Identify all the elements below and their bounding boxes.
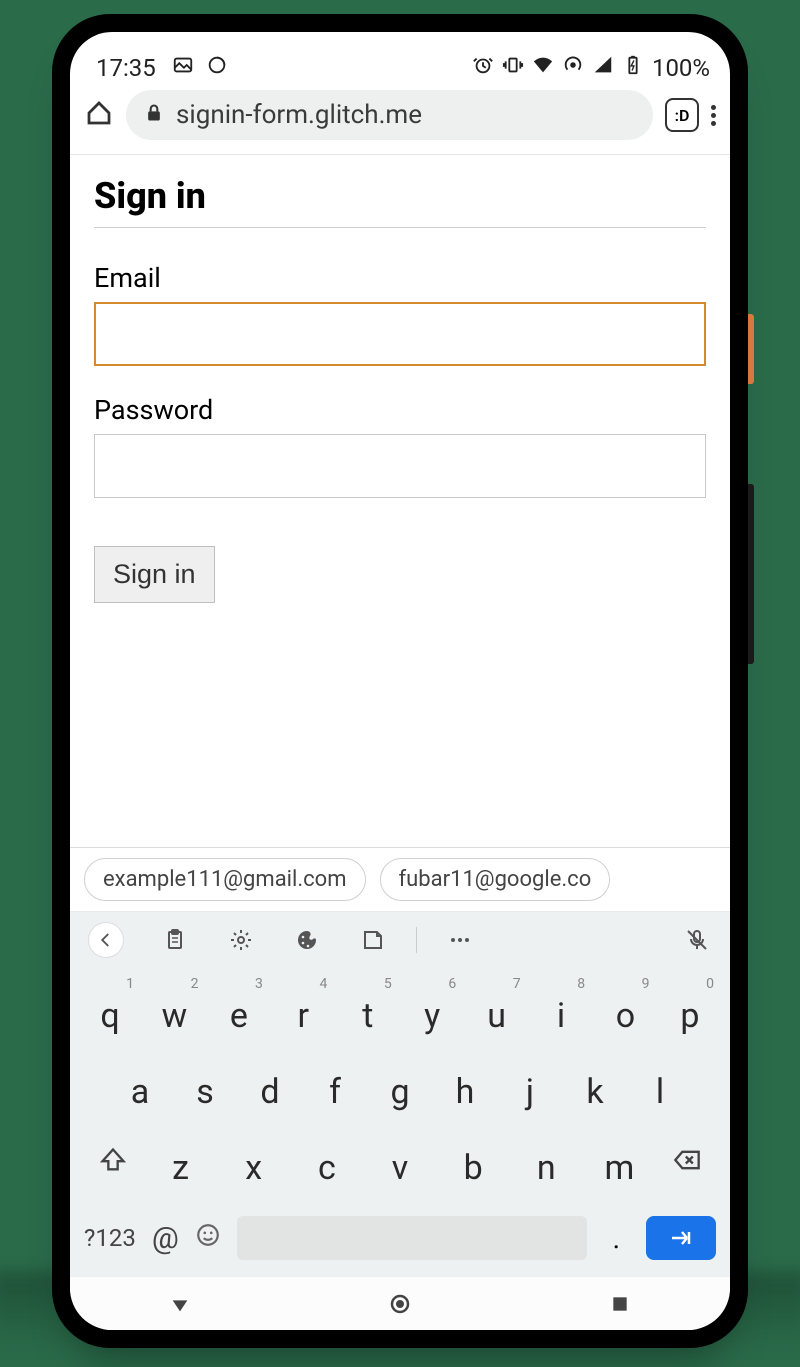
nav-recents-icon[interactable] bbox=[606, 1290, 634, 1318]
key-w[interactable]: 2w bbox=[146, 980, 202, 1036]
key-z[interactable]: z bbox=[153, 1132, 209, 1188]
url-bar[interactable]: signin-form.glitch.me bbox=[126, 90, 653, 140]
key-c[interactable]: c bbox=[299, 1132, 355, 1188]
sign-in-button[interactable]: Sign in bbox=[94, 546, 215, 603]
key-f[interactable]: f bbox=[307, 1056, 363, 1112]
image-icon bbox=[172, 54, 194, 82]
hotspot-icon bbox=[562, 54, 584, 82]
url-text: signin-form.glitch.me bbox=[176, 100, 422, 130]
spacebar-key[interactable] bbox=[237, 1216, 587, 1260]
shift-key[interactable] bbox=[82, 1134, 144, 1186]
enter-key[interactable] bbox=[646, 1216, 716, 1260]
key-u[interactable]: 7u bbox=[469, 980, 525, 1036]
key-t[interactable]: 5t bbox=[340, 980, 396, 1036]
key-i[interactable]: 8i bbox=[533, 980, 589, 1036]
at-key[interactable]: @ bbox=[152, 1221, 179, 1256]
symbols-key[interactable]: ?123 bbox=[84, 1224, 136, 1252]
keyboard-toolbar bbox=[70, 912, 730, 968]
cell-signal-icon bbox=[592, 54, 614, 82]
period-key[interactable]: . bbox=[603, 1222, 630, 1255]
clipboard-icon[interactable] bbox=[160, 925, 190, 955]
tabs-button[interactable]: :D bbox=[665, 98, 699, 132]
vibrate-icon bbox=[502, 54, 524, 82]
wifi-icon bbox=[532, 54, 554, 82]
key-q[interactable]: 1q bbox=[82, 980, 138, 1036]
key-h[interactable]: h bbox=[437, 1056, 493, 1112]
key-e[interactable]: 3e bbox=[211, 980, 267, 1036]
key-s[interactable]: s bbox=[177, 1056, 233, 1112]
lock-icon bbox=[144, 100, 164, 130]
status-bar: 17:35 100% bbox=[70, 32, 730, 80]
gear-icon[interactable] bbox=[226, 925, 256, 955]
email-label: Email bbox=[94, 262, 706, 294]
menu-button[interactable] bbox=[711, 105, 716, 126]
home-icon[interactable] bbox=[84, 98, 114, 132]
suggestion-chip[interactable]: example111@gmail.com bbox=[84, 858, 366, 901]
alarm-icon bbox=[472, 54, 494, 82]
key-r[interactable]: 4r bbox=[275, 980, 331, 1036]
kbd-back-button[interactable] bbox=[88, 922, 124, 958]
mic-off-icon[interactable] bbox=[682, 925, 712, 955]
keyboard: example111@gmail.com fubar11@google.co 1… bbox=[70, 847, 730, 1276]
key-l[interactable]: l bbox=[632, 1056, 688, 1112]
android-nav-bar bbox=[70, 1276, 730, 1330]
key-j[interactable]: j bbox=[502, 1056, 558, 1112]
key-b[interactable]: b bbox=[445, 1132, 501, 1188]
key-a[interactable]: a bbox=[112, 1056, 168, 1112]
battery-percent: 100% bbox=[652, 54, 710, 82]
nav-home-icon[interactable] bbox=[386, 1290, 414, 1318]
page-content: Sign in Email Password Sign in bbox=[70, 155, 730, 623]
key-p[interactable]: 0p bbox=[662, 980, 718, 1036]
key-m[interactable]: m bbox=[591, 1132, 647, 1188]
browser-toolbar: signin-form.glitch.me :D bbox=[70, 80, 730, 155]
password-label: Password bbox=[94, 394, 706, 426]
key-o[interactable]: 9o bbox=[598, 980, 654, 1036]
emoji-key[interactable] bbox=[195, 1222, 221, 1255]
key-g[interactable]: g bbox=[372, 1056, 428, 1112]
key-v[interactable]: v bbox=[372, 1132, 428, 1188]
key-y[interactable]: 6y bbox=[404, 980, 460, 1036]
backspace-key[interactable] bbox=[656, 1134, 718, 1186]
status-time: 17:35 bbox=[96, 54, 156, 82]
password-field[interactable] bbox=[94, 434, 706, 498]
key-x[interactable]: x bbox=[226, 1132, 282, 1188]
key-n[interactable]: n bbox=[518, 1132, 574, 1188]
suggestion-chip[interactable]: fubar11@google.co bbox=[380, 858, 611, 901]
suggestion-row: example111@gmail.com fubar11@google.co bbox=[70, 848, 730, 912]
battery-charging-icon bbox=[622, 54, 644, 82]
circle-slash-icon bbox=[206, 54, 228, 82]
email-field[interactable] bbox=[94, 302, 706, 366]
key-k[interactable]: k bbox=[567, 1056, 623, 1112]
more-icon[interactable] bbox=[445, 925, 475, 955]
palette-icon[interactable] bbox=[292, 925, 322, 955]
page-title: Sign in bbox=[94, 175, 706, 228]
sticker-icon[interactable] bbox=[358, 925, 388, 955]
key-d[interactable]: d bbox=[242, 1056, 298, 1112]
nav-back-icon[interactable] bbox=[166, 1290, 194, 1318]
